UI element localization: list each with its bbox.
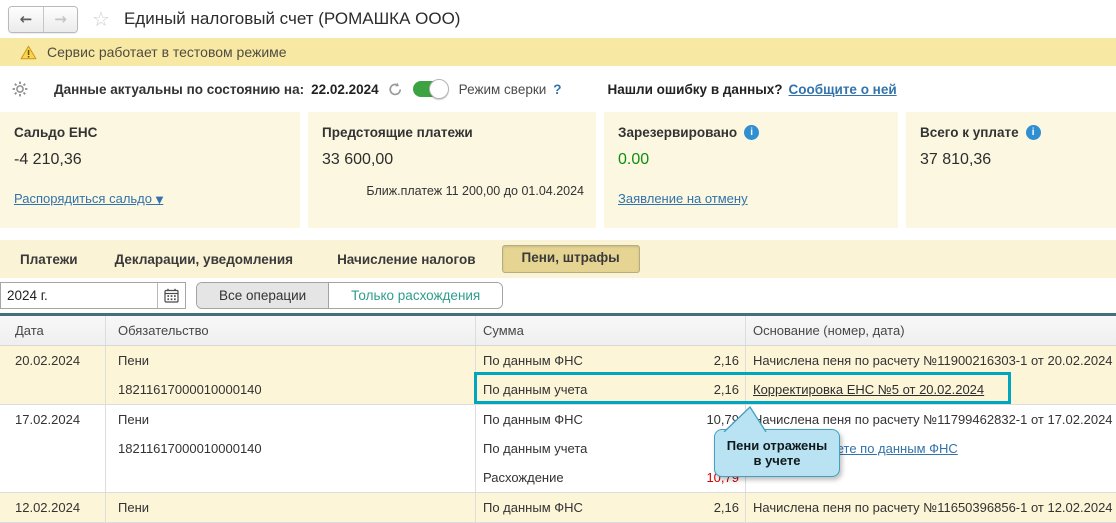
page-title: Единый налоговый счет (РОМАШКА ООО) — [123, 9, 461, 28]
tooltip-callout: Пени отражены в учете — [714, 406, 840, 477]
reserved-info-icon[interactable]: i — [744, 125, 760, 140]
cell-obligation: Пени — [105, 346, 475, 375]
cell-sum: По данным учета — [475, 434, 745, 463]
operations-filter-segmented: Все операции Только расхождения — [196, 282, 504, 309]
card-balance-value: -4 210,36 — [14, 151, 82, 168]
penalties-table: Дата Обязательство Сумма Основание (номе… — [0, 313, 1116, 523]
reconciliation-mode-toggle[interactable] — [412, 79, 449, 99]
period-filter — [0, 282, 186, 309]
tabs-bar: Платежи Декларации, уведомления Начислен… — [0, 240, 1116, 278]
tooltip-arrow — [723, 406, 767, 432]
card-total-due: Всего к уплате i 37 810,36 — [906, 112, 1116, 228]
cell-date: 12.02.2024 — [15, 500, 81, 515]
tab-payments[interactable]: Платежи — [20, 252, 78, 267]
cell-date: 20.02.2024 — [15, 353, 81, 368]
segment-only-discrepancies[interactable]: Только расхождения — [328, 283, 503, 308]
test-mode-text: Сервис работает в тестовом режиме — [47, 44, 287, 60]
card-balance: Сальдо ЕНС -4 210,36 Распорядиться сальд… — [0, 112, 300, 228]
forward-arrow-icon: → — [54, 9, 67, 28]
table-group-12-02: 12.02.2024 Пени По данным ФНС 2,16 Начисл… — [0, 493, 1116, 523]
cell-sum: По данным ФНС 10,79 — [475, 405, 745, 434]
cell-basis: Корректировка ЕНС №5 от 20.02.2024 — [745, 375, 1116, 404]
toggle-knob — [428, 79, 449, 99]
table-row: 18211617000010000140 По данным учета Отр… — [0, 434, 1116, 463]
back-arrow-icon: ← — [19, 9, 33, 28]
report-error-link[interactable]: Сообщите о ней — [789, 82, 897, 97]
cell-obligation: Пени — [105, 493, 475, 522]
dropdown-arrow-icon: ▼ — [155, 195, 164, 206]
table-row: 12.02.2024 Пени По данным ФНС 2,16 Начисл… — [0, 493, 1116, 522]
cell-date-empty — [0, 463, 105, 492]
test-mode-banner: Сервис работает в тестовом режиме — [0, 38, 1116, 66]
cell-obligation-empty — [105, 463, 475, 492]
back-button[interactable]: ← — [9, 6, 43, 32]
card-total-value: 37 810,36 — [920, 151, 992, 168]
card-upcoming-title: Предстоящие платежи — [322, 125, 473, 140]
col-header-date: Дата — [15, 323, 44, 338]
cell-basis: Начислена пеня по расчету №11900216303-1… — [745, 346, 1116, 375]
warning-icon — [20, 45, 37, 59]
settings-gear-icon[interactable] — [12, 81, 28, 97]
toolbar: Данные актуальны по состоянию на: 22.02.… — [0, 66, 1116, 112]
total-due-info-icon[interactable]: i — [1025, 125, 1041, 140]
segment-all-operations[interactable]: Все операции — [197, 283, 329, 308]
cancel-application-link[interactable]: Заявление на отмену — [618, 191, 748, 206]
card-reserved-value: 0.00 — [618, 151, 650, 168]
calendar-icon[interactable] — [157, 283, 185, 308]
refresh-icon[interactable] — [388, 82, 403, 97]
cell-sum: По данным ФНС 2,16 — [475, 493, 745, 522]
card-reserved-title: Зарезервировано — [618, 125, 738, 140]
card-upcoming-value: 33 600,00 — [322, 151, 394, 168]
table-group-20-02: 20.02.2024 Пени По данным ФНС 2,16 Начисл… — [0, 346, 1116, 405]
summary-cards: Сальдо ЕНС -4 210,36 Распорядиться сальд… — [0, 112, 1116, 228]
reconciliation-mode-label: Режим сверки — [458, 81, 547, 97]
card-total-title: Всего к уплате — [920, 125, 1019, 140]
error-question-label: Нашли ошибку в данных? — [607, 81, 783, 97]
table-row: 20.02.2024 Пени По данным ФНС 2,16 Начисл… — [0, 346, 1116, 375]
table-row: Расхождение 10,79 — [0, 463, 1116, 492]
cell-kbk: 18211617000010000140 — [105, 375, 475, 404]
table-group-17-02: 17.02.2024 Пени По данным ФНС 10,79 Начис… — [0, 405, 1116, 493]
tooltip-text: Пени отражены в учете — [726, 438, 828, 468]
unified-tax-account-window: ← → ☆ Единый налоговый счет (РОМАШКА ООО… — [0, 0, 1116, 523]
data-actual-date: 22.02.2024 — [311, 81, 379, 97]
cell-date: 17.02.2024 — [15, 412, 81, 427]
col-header-basis: Основание (номер, дата) — [745, 316, 1116, 345]
table-header-row: Дата Обязательство Сумма Основание (номе… — [0, 316, 1116, 346]
table-row: 17.02.2024 Пени По данным ФНС 10,79 Начис… — [0, 405, 1116, 434]
filter-row: Все операции Только расхождения — [0, 278, 1116, 313]
cell-obligation: Пени — [105, 405, 475, 434]
titlebar: ← → ☆ Единый налоговый счет (РОМАШКА ООО… — [0, 0, 1116, 38]
tab-penalties-active[interactable]: Пени, штрафы — [501, 245, 640, 273]
card-reserved: Зарезервировано i 0.00 Заявление на отме… — [604, 112, 898, 228]
manage-balance-link[interactable]: Распорядиться сальдо ▼ — [14, 191, 163, 206]
col-header-sum: Сумма — [475, 316, 745, 345]
cell-date-empty — [0, 434, 105, 463]
forward-button[interactable]: → — [43, 6, 77, 32]
card-upcoming-payments: Предстоящие платежи 33 600,00 Ближ.плате… — [308, 112, 596, 228]
tab-declarations[interactable]: Декларации, уведомления — [115, 252, 293, 267]
table-row: 18211617000010000140 По данным учета 2,16… — [0, 375, 1116, 404]
cell-sum: Расхождение 10,79 — [475, 463, 745, 492]
cell-sum: По данным учета 2,16 — [475, 375, 745, 404]
cell-sum: По данным ФНС 2,16 — [475, 346, 745, 375]
nav-history-group: ← → — [8, 5, 78, 33]
correction-document-link[interactable]: Корректировка ЕНС №5 от 20.02.2024 — [753, 382, 984, 397]
cell-kbk: 18211617000010000140 — [105, 434, 475, 463]
data-actual-label: Данные актуальны по состоянию на: — [54, 81, 305, 97]
tab-tax-accrual[interactable]: Начисление налогов — [337, 252, 475, 267]
next-payment-note: Ближ.платеж 11 200,00 до 01.04.2024 — [366, 184, 584, 198]
period-input[interactable] — [1, 288, 157, 303]
col-header-obligation: Обязательство — [105, 316, 475, 345]
cell-basis: Начислена пеня по расчету №11650396856-1… — [745, 493, 1116, 522]
cell-date-empty — [0, 375, 105, 404]
favorite-star-icon[interactable]: ☆ — [92, 9, 110, 29]
help-link[interactable]: ? — [553, 82, 561, 97]
card-balance-title: Сальдо ЕНС — [14, 125, 98, 140]
